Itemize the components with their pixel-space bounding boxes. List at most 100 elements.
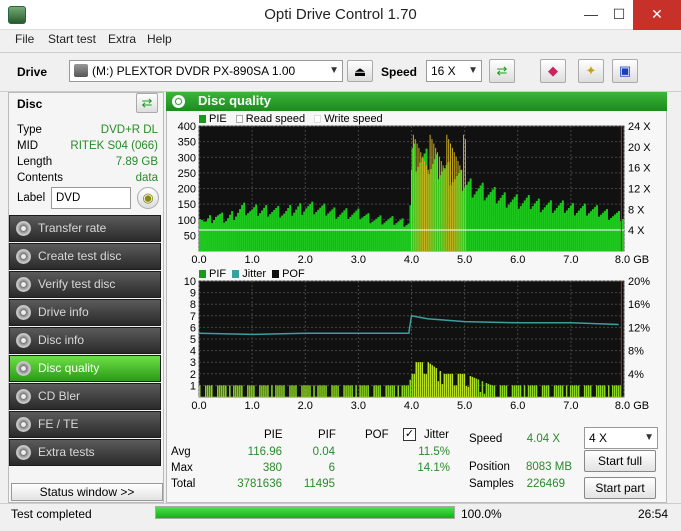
y-tick-label-left: 7 — [190, 311, 196, 323]
y-tick-label-right: 12% — [628, 322, 650, 334]
chevron-down-icon: ▼ — [644, 432, 654, 443]
pif-bar — [261, 385, 263, 397]
pif-bar — [417, 362, 420, 397]
pie-bar — [225, 221, 228, 251]
pif-bar — [349, 385, 351, 397]
pie-bar — [351, 214, 354, 251]
disc-length-label: Length — [17, 156, 53, 168]
legend-pof: POF — [282, 268, 305, 280]
speed-label: Speed — [381, 65, 418, 79]
close-button[interactable]: ✕ — [633, 0, 681, 30]
pie-bar — [503, 192, 506, 251]
settings-button[interactable]: ✦ — [578, 59, 604, 83]
nav-transfer-rate[interactable]: Transfer rate — [9, 215, 161, 242]
pif-bar — [251, 385, 253, 397]
jitter-checkbox[interactable]: ✓ — [403, 428, 416, 441]
pie-bar — [497, 200, 500, 251]
pie-bar — [291, 215, 294, 251]
disc-length-value: 7.89 GB — [115, 156, 158, 168]
y-tick-label-left: 1 — [190, 380, 196, 392]
disc-type-label: Type — [17, 124, 42, 136]
pie-bar — [367, 213, 370, 251]
pie-bar — [615, 212, 618, 251]
pie-bar — [307, 206, 310, 251]
pif-bar — [275, 385, 277, 397]
minimize-button[interactable]: — — [577, 0, 605, 30]
pif-bar — [501, 385, 504, 397]
pif-bar — [237, 385, 239, 397]
disc-icon — [16, 445, 31, 460]
eject-button[interactable]: ⏏ — [347, 60, 373, 82]
pie-bar — [301, 214, 304, 251]
pie-bar — [319, 207, 322, 251]
speed-select-value: 16 X — [431, 64, 456, 78]
pie-bar — [523, 200, 526, 251]
pif-bar — [397, 385, 399, 397]
pie-bar — [241, 205, 244, 251]
pif-bar — [307, 385, 309, 397]
pie-bar — [553, 210, 556, 251]
pif-bar — [405, 385, 407, 397]
pie-bar — [535, 200, 538, 251]
pie-bar — [583, 203, 586, 251]
panel-title: Disc quality — [166, 92, 667, 111]
nav-label: Drive info — [38, 305, 89, 319]
pie-bar — [223, 222, 226, 251]
pie-bar — [557, 205, 560, 251]
disc-icon — [16, 333, 31, 348]
pif-bar — [321, 385, 323, 397]
pie-bar — [211, 223, 214, 251]
start-full-button[interactable]: Start full — [584, 450, 656, 472]
drive-select[interactable]: (M:) PLEXTOR DVDR PX-890SA 1.00 ▼ — [69, 60, 343, 82]
nav-fe-te[interactable]: FE / TE — [9, 411, 161, 438]
pif-bar — [363, 385, 365, 397]
x-tick-label: 7.0 — [563, 254, 578, 266]
disc-label-button[interactable]: ◉ — [137, 187, 159, 209]
pif-bar — [225, 385, 227, 397]
nav-disc-quality[interactable]: Disc quality — [9, 355, 161, 382]
nav-verify-test-disc[interactable]: Verify test disc — [9, 271, 161, 298]
disc-icon — [16, 389, 31, 404]
y-tick-label-right: 8% — [628, 346, 644, 358]
speed-select[interactable]: 16 X ▼ — [426, 60, 482, 82]
pie-bar — [387, 219, 390, 251]
save-button[interactable]: ▣ — [612, 59, 638, 83]
disc-refresh-button[interactable]: ⇄ — [136, 93, 158, 113]
pif-bar — [387, 385, 389, 397]
pif-bar — [479, 391, 482, 397]
refresh-button[interactable]: ⇄ — [489, 59, 515, 83]
pie-bar — [245, 215, 248, 251]
maximize-button[interactable]: ☐ — [605, 0, 633, 30]
start-part-button[interactable]: Start part — [584, 477, 656, 499]
disc-label-input[interactable]: DVD — [51, 187, 131, 209]
pie-bar — [235, 216, 238, 251]
pif-bar — [535, 385, 538, 397]
menu-help[interactable]: Help — [147, 32, 172, 46]
y-tick-label-right: 16% — [628, 299, 650, 311]
erase-button[interactable]: ◆ — [540, 59, 566, 83]
pie-bar — [215, 216, 218, 251]
test-speed-select[interactable]: 4 X ▼ — [584, 427, 658, 449]
pie-bar — [213, 219, 216, 251]
y-tick-label-right: 12 X — [628, 184, 651, 196]
menu-file[interactable]: File — [15, 32, 34, 46]
nav-extra-tests[interactable]: Extra tests — [9, 439, 161, 466]
nav-drive-info[interactable]: Drive info — [9, 299, 161, 326]
elapsed-time: 26:54 — [638, 507, 669, 521]
pif-bar — [379, 385, 381, 397]
pie-bar — [221, 212, 224, 251]
nav-disc-info[interactable]: Disc info — [9, 327, 161, 354]
nav-create-test-disc[interactable]: Create test disc — [9, 243, 161, 270]
menu-start-test[interactable]: Start test — [48, 32, 96, 46]
pif-bar — [569, 385, 572, 397]
menu-extra[interactable]: Extra — [108, 32, 136, 46]
pie-bar — [207, 218, 210, 251]
y-tick-label-left: 3 — [190, 357, 196, 369]
pie-bar — [283, 213, 286, 251]
pif-bar — [393, 385, 395, 397]
status-window-button[interactable]: Status window >> — [11, 483, 163, 501]
floppy-icon: ▣ — [618, 63, 632, 78]
nav-cd-bler[interactable]: CD Bler — [9, 383, 161, 410]
progress-fill — [156, 507, 454, 518]
pie-bar — [205, 221, 208, 251]
